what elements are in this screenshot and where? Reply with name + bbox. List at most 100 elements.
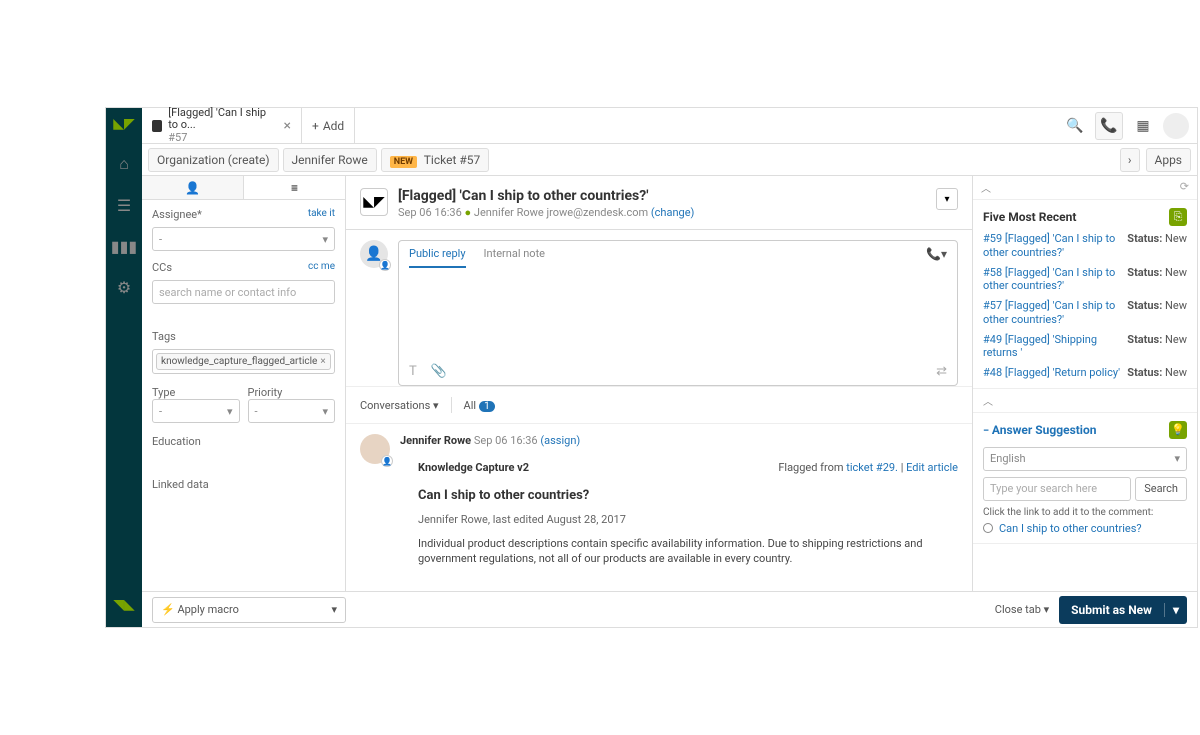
assignee-value: - xyxy=(159,233,162,246)
ticket-tab[interactable]: [Flagged] 'Can I ship to o... #57 × xyxy=(142,108,302,143)
remove-tag-icon[interactable]: × xyxy=(320,356,325,367)
public-reply-tab[interactable]: Public reply xyxy=(409,247,466,268)
user-avatar[interactable] xyxy=(1163,113,1189,139)
views-icon[interactable]: ☰ xyxy=(117,196,131,215)
close-tab-button[interactable]: Close tab ▾ xyxy=(995,603,1049,616)
chevron-down-icon: ▾ xyxy=(322,405,328,418)
collapse-icon[interactable]: ︿ xyxy=(981,180,991,195)
breadcrumb-ticket[interactable]: NEW Ticket #57 xyxy=(381,148,490,172)
text-format-icon[interactable]: T xyxy=(409,364,417,379)
assign-link[interactable]: (assign) xyxy=(540,434,580,447)
cc-input[interactable] xyxy=(152,280,335,304)
answer-collapse[interactable]: − Answer Suggestion xyxy=(983,423,1096,437)
ticket-requester: Jennifer Rowe xyxy=(474,206,544,219)
next-button[interactable]: › xyxy=(1120,148,1140,172)
macro-label: Apply macro xyxy=(177,603,238,616)
recent-link[interactable]: #58 [Flagged] 'Can I ship to other count… xyxy=(983,266,1121,294)
recent-status: Status: New xyxy=(1127,266,1187,294)
recent-link[interactable]: #49 [Flagged] 'Shipping returns ' xyxy=(983,333,1121,361)
comment-avatar: 👤 xyxy=(360,434,390,464)
compose-textarea[interactable] xyxy=(399,268,957,358)
recent-status: Status: New xyxy=(1127,299,1187,327)
cc-me-link[interactable]: cc me xyxy=(308,261,335,274)
recent-item: #48 [Flagged] 'Return policy'Status: New xyxy=(983,366,1187,380)
search-button[interactable]: Search xyxy=(1135,477,1187,501)
source-ticket-link[interactable]: ticket #29. xyxy=(846,461,898,474)
ticket-date: Sep 06 16:36 xyxy=(398,206,462,219)
section-collapse[interactable]: ︿ xyxy=(973,389,1197,412)
comment-date: Sep 06 16:36 xyxy=(474,434,538,447)
recent-item: #59 [Flagged] 'Can I ship to other count… xyxy=(983,232,1187,260)
recent-link[interactable]: #59 [Flagged] 'Can I ship to other count… xyxy=(983,232,1121,260)
recent-title: Five Most Recent xyxy=(983,210,1076,224)
search-hint: Click the link to add it to the comment: xyxy=(983,507,1187,518)
search-icon[interactable]: 🔍 xyxy=(1061,112,1089,140)
home-icon[interactable]: ⌂ xyxy=(119,154,129,174)
panel-tab-user-icon[interactable]: 👤 xyxy=(142,176,244,199)
take-it-link[interactable]: take it xyxy=(308,208,335,221)
new-badge: NEW xyxy=(390,156,417,168)
search-result[interactable]: Can I ship to other countries? xyxy=(983,522,1187,535)
submit-button[interactable]: Submit as New ▾ xyxy=(1059,596,1187,624)
emoji-icon[interactable]: ⇄ xyxy=(936,364,947,379)
conversations-dropdown[interactable]: Conversations ▾ xyxy=(360,399,439,412)
compose-box: Public reply Internal note 📞▾ T 📎 ⇄ xyxy=(398,240,958,386)
answer-title: Answer Suggestion xyxy=(992,423,1097,437)
close-icon[interactable]: × xyxy=(284,118,291,134)
edit-article-link[interactable]: Edit article xyxy=(906,461,958,474)
conversations-label: Conversations xyxy=(360,399,430,412)
answer-app-icon[interactable]: 💡 xyxy=(1169,421,1187,439)
assignee-label: Assignee* xyxy=(152,208,202,221)
type-dropdown[interactable]: -▾ xyxy=(152,399,240,423)
article-title: Can I ship to other countries? xyxy=(418,488,958,503)
breadcrumb-row: Organization (create) Jennifer Rowe NEW … xyxy=(142,144,1197,176)
breadcrumb-org[interactable]: Organization (create) xyxy=(148,148,279,172)
internal-note-tab[interactable]: Internal note xyxy=(484,247,545,268)
ticket-label: Ticket #57 xyxy=(424,153,480,167)
breadcrumb-user[interactable]: Jennifer Rowe xyxy=(283,148,377,172)
priority-dropdown[interactable]: -▾ xyxy=(248,399,336,423)
ticket-meta: Sep 06 16:36 ● Jennifer Rowe jrowe@zende… xyxy=(398,206,958,219)
recent-link[interactable]: #57 [Flagged] 'Can I ship to other count… xyxy=(983,299,1121,327)
zendesk-logo-icon: ◥◣ xyxy=(113,597,135,613)
type-value: - xyxy=(159,405,162,418)
bottom-bar: ⚡ Apply macro ▾ Close tab ▾ Submit as Ne… xyxy=(142,591,1197,627)
recent-link[interactable]: #48 [Flagged] 'Return policy' xyxy=(983,366,1121,380)
apply-macro-dropdown[interactable]: ⚡ Apply macro ▾ xyxy=(152,597,346,623)
recent-status: Status: New xyxy=(1127,232,1187,260)
add-tab-button[interactable]: + Add xyxy=(302,108,355,143)
linked-data-label: Linked data xyxy=(152,478,209,491)
change-requester-link[interactable]: (change) xyxy=(651,206,694,219)
answer-search-input[interactable] xyxy=(983,477,1131,501)
sidebar-nav: ◣◤ ⌂ ☰ ▮▮▮ ⚙ ◥◣ xyxy=(106,108,142,627)
bolt-icon: ⚡ xyxy=(161,603,175,616)
products-icon[interactable]: ▦ xyxy=(1129,112,1157,140)
assignee-dropdown[interactable]: -▾ xyxy=(152,227,335,251)
submit-split-icon[interactable]: ▾ xyxy=(1164,603,1187,617)
reload-icon[interactable]: ⟳ xyxy=(1180,180,1189,195)
compose-row: 👤👤 Public reply Internal note 📞▾ T 📎 ⇄ xyxy=(360,240,958,386)
recent-item: #57 [Flagged] 'Can I ship to other count… xyxy=(983,299,1187,327)
filter-all[interactable]: All1 xyxy=(464,399,495,412)
call-icon[interactable]: 📞▾ xyxy=(926,247,947,268)
panel-tab-list-icon[interactable]: ≡ xyxy=(244,176,345,199)
language-dropdown[interactable]: English▾ xyxy=(983,447,1187,471)
recent-item: #58 [Flagged] 'Can I ship to other count… xyxy=(983,266,1187,294)
phone-icon[interactable]: 📞 xyxy=(1095,112,1123,140)
recent-app-icon[interactable]: ⎘ xyxy=(1169,208,1187,226)
apps-button[interactable]: Apps xyxy=(1146,148,1192,172)
reports-icon[interactable]: ▮▮▮ xyxy=(111,237,137,256)
brand-logo-icon: ◣◤ xyxy=(113,116,135,132)
result-link[interactable]: Can I ship to other countries? xyxy=(999,522,1142,535)
tags-field[interactable]: knowledge_capture_flagged_article× xyxy=(152,349,335,374)
ticket-tab-subtitle: #57 xyxy=(168,132,277,144)
comment-author: Jennifer Rowe xyxy=(400,434,471,447)
ticket-menu-button[interactable]: ▾ xyxy=(936,188,958,210)
compose-tabs: Public reply Internal note 📞▾ xyxy=(399,241,957,268)
divider xyxy=(451,397,452,413)
article-body: Individual product descriptions contain … xyxy=(418,536,958,567)
flagged-from: Flagged from ticket #29. | Edit article xyxy=(778,461,958,474)
admin-icon[interactable]: ⚙ xyxy=(117,278,131,297)
filter-count: 1 xyxy=(479,401,495,412)
attachment-icon[interactable]: 📎 xyxy=(431,364,447,379)
